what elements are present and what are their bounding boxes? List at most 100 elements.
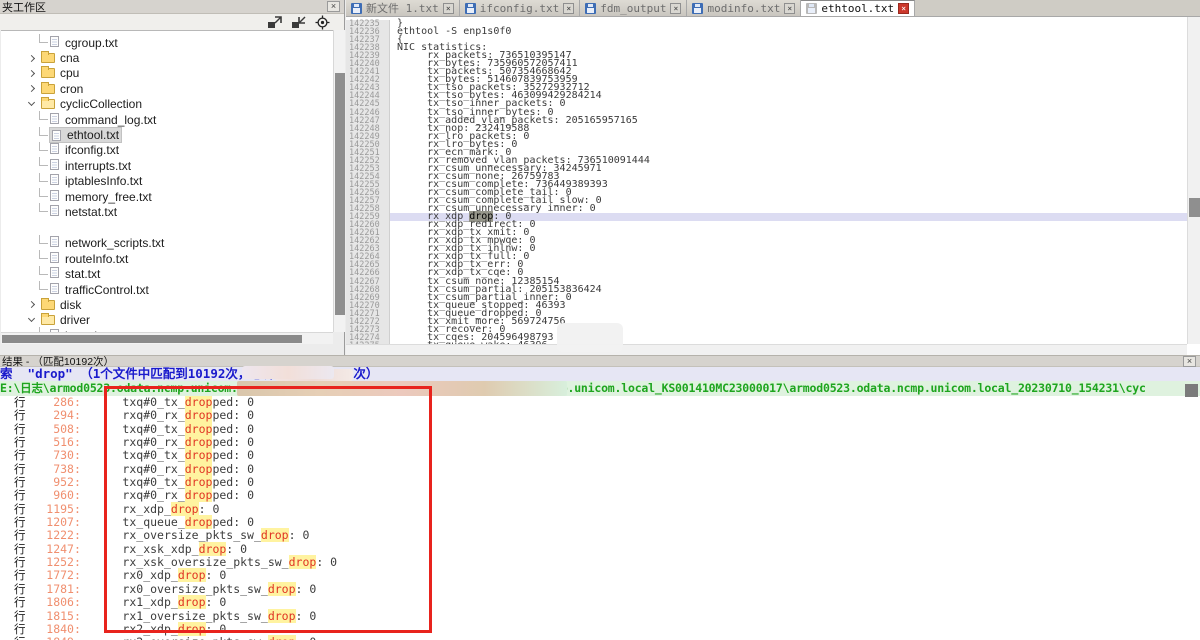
workspace-close-icon[interactable]: × (327, 1, 340, 12)
result-row[interactable]: 行 952: txq#0_tx_dropped: 0 (0, 476, 1200, 489)
result-line-text: rx2_oversize_pkts_sw_drop: 0 (81, 635, 316, 640)
chevron-right-icon[interactable] (28, 70, 35, 77)
search-match-highlight: drop (268, 635, 296, 640)
result-row[interactable]: 行 1849: rx2_oversize_pkts_sw_drop: 0 (0, 636, 1200, 640)
chevron-down-icon[interactable] (28, 99, 35, 106)
tree-vertical-scrollbar[interactable] (333, 30, 345, 332)
close-tab-icon[interactable]: × (784, 3, 795, 14)
result-row[interactable]: 行 1222: rx_oversize_pkts_sw_drop: 0 (0, 529, 1200, 542)
close-tab-icon[interactable]: × (670, 3, 681, 14)
result-row[interactable]: 行 1806: rx1_xdp_drop: 0 (0, 596, 1200, 609)
results-close-icon[interactable]: × (1183, 356, 1196, 367)
tree-item-stat-txt[interactable]: stat.txt (1, 266, 333, 281)
folder-icon (41, 84, 55, 94)
result-line-text: rx0_xdp_drop: 0 (81, 568, 226, 582)
result-line-prefix: 行 (14, 635, 26, 640)
results-summary-line[interactable]: 索 "drop" （1个文件中匹配到10192次，总计次） (0, 367, 1200, 381)
result-row[interactable]: 行 1815: rx1_oversize_pkts_sw_drop: 0 (0, 610, 1200, 623)
result-line-text: txq#0_tx_dropped: 0 (81, 396, 254, 409)
tree-item-cpu[interactable]: cpu (1, 66, 333, 81)
collapse-all-icon[interactable] (291, 16, 306, 29)
tree-item-label: disk (60, 298, 81, 312)
expand-all-icon[interactable] (267, 16, 282, 29)
censor-blur (275, 369, 353, 381)
result-row[interactable]: 行 508: txq#0_tx_dropped: 0 (0, 423, 1200, 436)
tree-item-interrupts-txt[interactable]: interrupts.txt (1, 158, 333, 173)
result-line-prefix: 行 (14, 555, 26, 569)
tree-item-network-scripts-txt[interactable]: network_scripts.txt (1, 236, 333, 251)
folder-icon (41, 315, 55, 325)
result-line-prefix: 行 (14, 622, 26, 636)
tree-item-cgroup-txt[interactable]: cgroup.txt (1, 35, 333, 50)
result-row[interactable]: 行 286: txq#0_tx_dropped: 0 (0, 396, 1200, 409)
line-text: tx_xmit_more: 569724756 (390, 318, 1187, 326)
result-row[interactable]: 行 294: rxq#0_rx_dropped: 0 (0, 409, 1200, 422)
results-vscroll-thumb[interactable] (1185, 384, 1198, 397)
tab-modinfo-txt[interactable]: modinfo.txt× (687, 0, 801, 16)
close-tab-icon[interactable]: × (563, 3, 574, 14)
tree-item-command-log-txt[interactable]: command_log.txt (1, 112, 333, 127)
result-row[interactable]: 行 516: rxq#0_rx_dropped: 0 (0, 436, 1200, 449)
editor-vertical-scrollbar[interactable] (1187, 17, 1200, 344)
result-row[interactable]: 行 1207: tx_queue_dropped: 0 (0, 516, 1200, 529)
tree-item-netstat-txt[interactable]: netstat.txt (1, 204, 333, 219)
tree-item-body: routeInfo.txt (50, 252, 128, 266)
editor-panel: 新文件 1.txt×ifconfig.txt×fdm_output×modinf… (346, 0, 1200, 355)
result-row[interactable]: 行 960: rxq#0_rx_dropped: 0 (0, 489, 1200, 502)
result-line-prefix: 行 (14, 422, 26, 436)
tree-item-cycliccollection[interactable]: cyclicCollection (1, 97, 333, 112)
chevron-right-icon[interactable] (28, 85, 35, 92)
saved-file-icon (585, 3, 596, 14)
tree-item-iptablesinfo-txt[interactable]: iptablesInfo.txt (1, 174, 333, 189)
locate-file-icon[interactable] (315, 15, 330, 30)
tree-item-memory-free-txt[interactable]: memory_free.txt (1, 189, 333, 204)
tab-ifconfig-txt[interactable]: ifconfig.txt× (460, 0, 580, 16)
result-row[interactable]: 行 1840: rx2_xdp_drop: 0 (0, 623, 1200, 636)
file-icon (50, 159, 59, 170)
result-line-number: 1772: (26, 568, 81, 582)
tree-item-cna[interactable]: cna (1, 50, 333, 65)
tab-fdm-output[interactable]: fdm_output× (580, 0, 687, 16)
close-tab-icon[interactable]: × (443, 3, 454, 14)
tree-item-cron[interactable]: cron (1, 81, 333, 96)
tree-item-ifconfig-txt[interactable]: ifconfig.txt (1, 143, 333, 158)
tree-horizontal-scrollbar[interactable] (1, 332, 333, 344)
tree-hscroll-thumb[interactable] (2, 335, 302, 343)
result-row[interactable]: 行 1247: rx_xsk_xdp_drop: 0 (0, 543, 1200, 556)
tree-connector (39, 111, 48, 120)
editor-vscroll-thumb[interactable] (1189, 198, 1200, 217)
tree-item-driver[interactable]: driver (1, 313, 333, 328)
close-tab-icon[interactable]: × (898, 3, 909, 14)
tree-item-label: netstat.txt (65, 205, 117, 219)
tree-connector (39, 250, 48, 259)
chevron-right-icon[interactable] (28, 55, 35, 62)
chevron-right-icon[interactable] (28, 301, 35, 308)
result-line-text: txq#0_tx_dropped: 0 (81, 475, 254, 489)
result-line-number: 286: (26, 396, 81, 409)
search-match-highlight: drop (185, 408, 213, 422)
search-match-highlight: drop (199, 542, 227, 556)
tree-item-body: network_scripts.txt (50, 236, 164, 250)
result-row[interactable]: 行 1252: rx_xsk_oversize_pkts_sw_drop: 0 (0, 556, 1200, 569)
result-row[interactable]: 行 738: rxq#0_rx_dropped: 0 (0, 463, 1200, 476)
result-row[interactable]: 行 1195: rx_xdp_drop: 0 (0, 503, 1200, 516)
result-line-text: rx0_oversize_pkts_sw_drop: 0 (81, 582, 316, 596)
results-file-path-line[interactable]: E:\日志\armod0523.odata.ncmp.unicom.locaar… (0, 381, 1200, 396)
result-line-prefix: 行 (14, 582, 26, 596)
file-icon (50, 252, 59, 263)
tree-item-trafficcontrol-txt[interactable]: trafficControl.txt (1, 282, 333, 297)
tree-item-disk[interactable]: disk (1, 297, 333, 312)
tree-item-ethtool-txt[interactable]: ethtool.txt (1, 127, 333, 142)
chevron-down-icon[interactable] (28, 315, 35, 322)
tree-vscroll-thumb[interactable] (335, 73, 345, 315)
result-row[interactable]: 行 730: txq#0_tx_dropped: 0 (0, 449, 1200, 462)
tree-item-label: iptablesInfo.txt (65, 174, 142, 188)
result-row[interactable]: 行 1781: rx0_oversize_pkts_sw_drop: 0 (0, 583, 1200, 596)
result-row[interactable]: 行 1772: rx0_xdp_drop: 0 (0, 569, 1200, 582)
result-line-prefix: 行 (14, 568, 26, 582)
tree-item-routeinfo-txt[interactable]: routeInfo.txt (1, 251, 333, 266)
tab-ethtool-txt[interactable]: ethtool.txt× (801, 0, 915, 16)
search-match-highlight: drop (185, 396, 213, 409)
text-editor[interactable]: 142235}142236ethtool -S enp1s0f0142237{1… (346, 17, 1187, 344)
tab--1-txt[interactable]: 新文件 1.txt× (346, 0, 460, 16)
